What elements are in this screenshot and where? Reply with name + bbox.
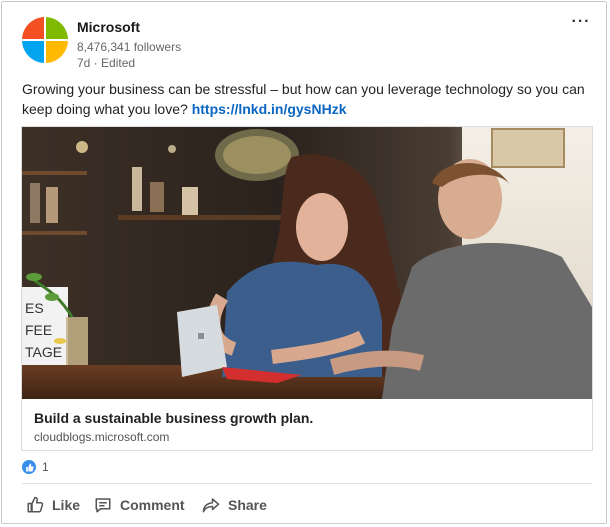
- microsoft-logo[interactable]: [22, 17, 68, 63]
- sign-line-2: FEE: [25, 322, 52, 338]
- reaction-count: 1: [42, 460, 49, 474]
- post-link[interactable]: https://lnkd.in/gysNHzk: [192, 101, 347, 117]
- thumbs-up-icon: [26, 496, 44, 514]
- article-title[interactable]: Build a sustainable business growth plan…: [34, 410, 313, 426]
- article-preview[interactable]: ES FEE TAGE Build a sustainable business…: [21, 126, 593, 451]
- company-name[interactable]: Microsoft: [77, 19, 140, 35]
- comment-button[interactable]: Comment: [94, 493, 202, 517]
- more-options-button[interactable]: ···: [570, 12, 592, 32]
- article-image[interactable]: ES FEE TAGE: [22, 127, 592, 399]
- like-label: Like: [52, 497, 81, 513]
- post-timestamp: 7d · Edited: [77, 56, 136, 70]
- post-body: Growing your business can be stressful –…: [22, 79, 592, 119]
- like-button[interactable]: Like: [26, 493, 94, 517]
- share-label: Share: [228, 497, 267, 513]
- share-button[interactable]: Share: [202, 493, 282, 517]
- sign-line-1: ES: [25, 300, 44, 316]
- divider: [22, 483, 592, 484]
- feed-post-card: Microsoft 8,476,341 followers 7d · Edite…: [1, 1, 607, 524]
- sign-line-3: TAGE: [25, 344, 62, 360]
- comment-label: Comment: [120, 497, 185, 513]
- article-domain: cloudblogs.microsoft.com: [34, 430, 170, 444]
- share-arrow-icon: [202, 496, 220, 514]
- action-bar: Like Comment Share: [26, 493, 282, 517]
- follower-count: 8,476,341 followers: [77, 40, 182, 54]
- comment-icon: [94, 496, 112, 514]
- reaction-summary[interactable]: 1: [22, 460, 49, 474]
- like-reaction-icon: [22, 460, 36, 474]
